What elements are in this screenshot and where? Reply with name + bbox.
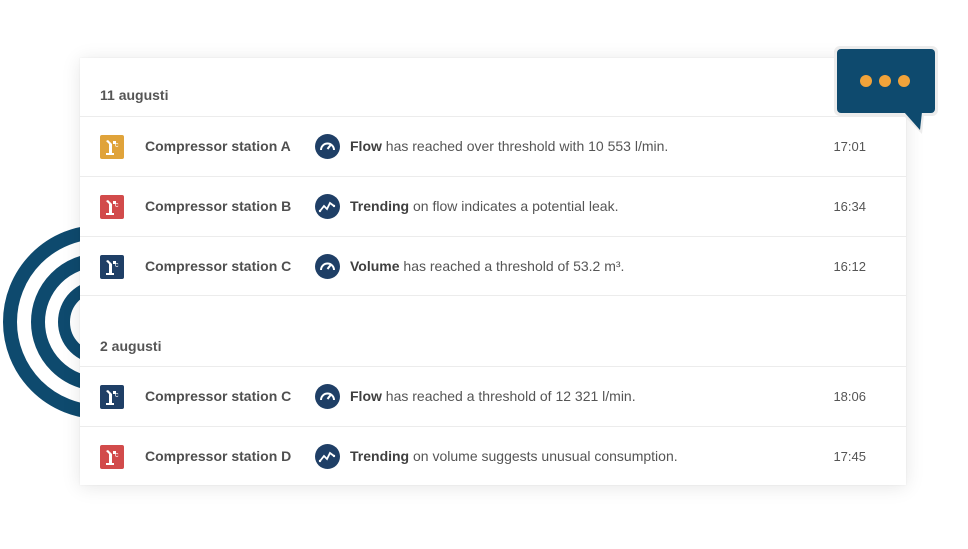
- svg-text:c: c: [115, 392, 119, 399]
- trending-icon: [315, 194, 340, 219]
- event-time: 16:34: [833, 199, 866, 214]
- trending-icon: [315, 444, 340, 469]
- event-text: on volume suggests unusual consumption.: [409, 448, 678, 464]
- event-time: 16:12: [833, 259, 866, 274]
- compressor-icon: c: [100, 385, 124, 409]
- event-time: 17:45: [833, 449, 866, 464]
- svg-text:c: c: [115, 262, 119, 269]
- event-message: Flow has reached a threshold of 12 321 l…: [350, 388, 636, 404]
- event-row[interactable]: c Compressor station B Trending on flow …: [80, 176, 906, 235]
- compressor-icon: c: [100, 255, 124, 279]
- event-keyword: Trending: [350, 198, 410, 214]
- compressor-icon: c: [100, 445, 124, 469]
- compressor-icon: c: [100, 135, 124, 159]
- group-date: 2 augusti: [100, 338, 162, 354]
- event-text: has reached a threshold of 12 321 l/min.: [381, 388, 636, 404]
- event-keyword: Flow: [350, 138, 382, 154]
- gauge-icon: [315, 384, 340, 409]
- chat-bubble-icon[interactable]: [832, 44, 940, 136]
- svg-text:c: c: [115, 142, 119, 149]
- event-text: on flow indicates a potential leak.: [409, 198, 619, 214]
- gauge-icon: [315, 134, 340, 159]
- event-text: has reached a threshold of 53.2 m³.: [399, 258, 625, 274]
- event-keyword: Flow: [350, 388, 382, 404]
- event-message: Trending on flow indicates a potential l…: [350, 198, 618, 214]
- event-row[interactable]: c Compressor station C Volume has reache…: [80, 236, 906, 296]
- event-time: 18:06: [833, 389, 866, 404]
- event-row[interactable]: c Compressor station A Flow has reached …: [80, 116, 906, 175]
- svg-text:c: c: [115, 202, 119, 209]
- station-name: Compressor station C: [145, 258, 292, 274]
- station-name: Compressor station D: [145, 448, 292, 464]
- event-keyword: Trending: [350, 448, 410, 464]
- event-message: Volume has reached a threshold of 53.2 m…: [350, 258, 624, 274]
- gauge-icon: [315, 254, 340, 279]
- event-row[interactable]: c Compressor station D Trending on volum…: [80, 426, 906, 485]
- notification-card: 11 augusti c Compressor station A Flow h…: [80, 58, 906, 485]
- station-name: Compressor station C: [145, 388, 292, 404]
- station-name: Compressor station A: [145, 138, 291, 154]
- event-text: has reached over threshold with 10 553 l…: [381, 138, 669, 154]
- group-date: 11 augusti: [100, 87, 169, 103]
- event-message: Flow has reached over threshold with 10 …: [350, 138, 668, 154]
- event-time: 17:01: [833, 139, 866, 154]
- station-name: Compressor station B: [145, 198, 292, 214]
- compressor-icon: c: [100, 195, 124, 219]
- event-keyword: Volume: [350, 258, 400, 274]
- svg-text:c: c: [115, 452, 119, 459]
- event-row[interactable]: c Compressor station C Flow has reached …: [80, 366, 906, 425]
- decorative-rings: [0, 210, 90, 440]
- event-message: Trending on volume suggests unusual cons…: [350, 448, 678, 464]
